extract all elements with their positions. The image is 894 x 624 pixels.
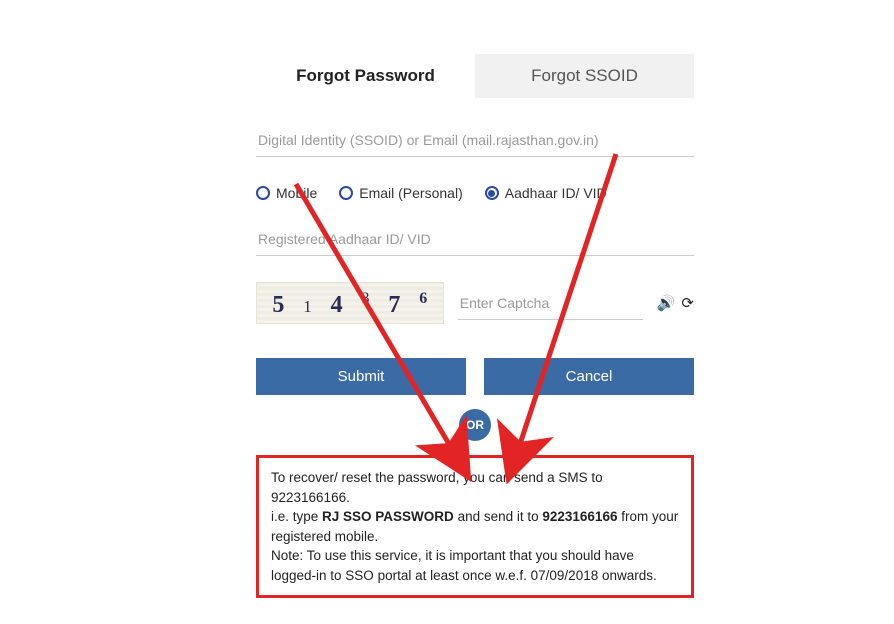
radio-mobile[interactable]: Mobile	[256, 185, 317, 201]
radio-label: Mobile	[276, 185, 317, 201]
radio-label: Aadhaar ID/ VID	[505, 185, 607, 201]
radio-icon	[256, 186, 270, 200]
recovery-method-radios: Mobile Email (Personal) Aadhaar ID/ VID	[256, 185, 694, 201]
info-bold: 9223166166	[542, 509, 617, 524]
info-line: i.e. type RJ SSO PASSWORD and send it to…	[271, 507, 679, 546]
captcha-image: 5 1 4 3 7 6	[256, 282, 444, 324]
info-bold: RJ SSO PASSWORD	[322, 509, 454, 524]
captcha-controls: 🔊 ⟳	[657, 294, 694, 312]
info-text: and send it to	[454, 509, 543, 524]
radio-icon	[485, 186, 499, 200]
captcha-char: 6	[419, 290, 427, 308]
sms-recovery-info: To recover/ reset the password, you can …	[256, 455, 694, 598]
captcha-char: 4	[331, 292, 343, 319]
info-text: i.e. type	[271, 509, 322, 524]
captcha-char: 5	[272, 292, 284, 319]
captcha-row: 5 1 4 3 7 6 🔊 ⟳	[256, 282, 694, 324]
or-divider: OR	[459, 409, 491, 441]
registered-field-wrapper	[256, 225, 694, 256]
info-line: Note: To use this service, it is importa…	[271, 546, 679, 585]
captcha-char: 1	[303, 297, 312, 317]
identity-field-wrapper	[256, 126, 694, 157]
tab-forgot-password[interactable]: Forgot Password	[256, 54, 475, 98]
registered-input[interactable]	[258, 231, 692, 247]
tab-bar: Forgot Password Forgot SSOID	[256, 54, 694, 98]
submit-button[interactable]: Submit	[256, 358, 466, 395]
cancel-button[interactable]: Cancel	[484, 358, 694, 395]
captcha-char: 7	[388, 292, 400, 319]
radio-label: Email (Personal)	[359, 185, 462, 201]
refresh-icon[interactable]: ⟳	[681, 294, 694, 312]
radio-email[interactable]: Email (Personal)	[339, 185, 462, 201]
forgot-password-panel: Forgot Password Forgot SSOID Mobile Emai…	[256, 54, 694, 598]
identity-input[interactable]	[258, 132, 692, 148]
tab-forgot-ssoid[interactable]: Forgot SSOID	[475, 54, 694, 98]
audio-icon[interactable]: 🔊	[657, 294, 676, 312]
radio-aadhaar[interactable]: Aadhaar ID/ VID	[485, 185, 607, 201]
info-line: To recover/ reset the password, you can …	[271, 468, 679, 507]
captcha-input[interactable]	[458, 287, 643, 320]
captcha-char: 3	[362, 290, 370, 308]
radio-icon	[339, 186, 353, 200]
button-row: Submit Cancel	[256, 358, 694, 395]
